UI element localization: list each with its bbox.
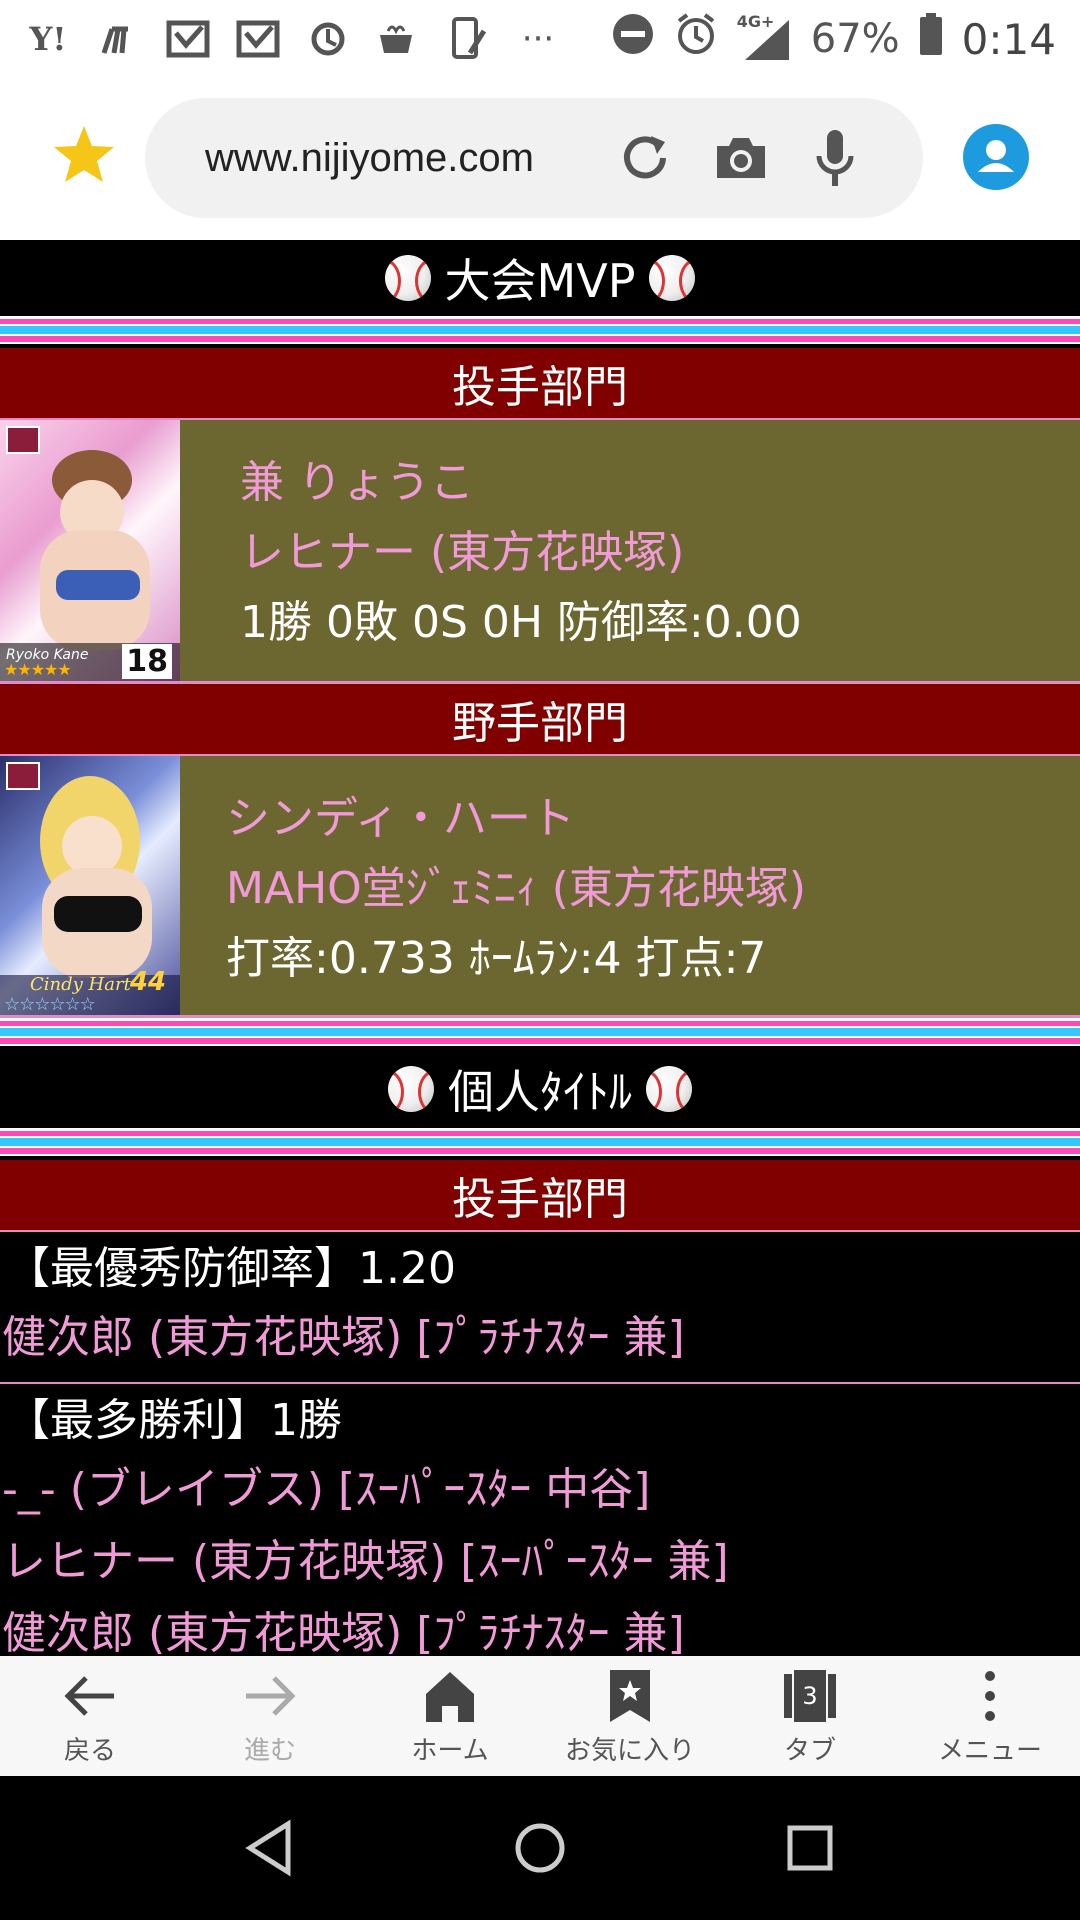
player-team[interactable]: レヒナー (東方花映塚): [240, 518, 1080, 588]
address-bar[interactable]: www.nijiyome.com: [145, 98, 923, 218]
back-label: 戻る: [63, 1736, 116, 1766]
forward-label: 進む: [243, 1736, 296, 1766]
bookmarks-button[interactable]: お気に入り: [540, 1656, 720, 1776]
cafe-icon: [374, 19, 422, 59]
status-bar: Y! ··· 4G+ 67% 0:14: [0, 0, 1080, 78]
player-team[interactable]: MAHO堂ｼﾞｪﾐﾆｨ (東方花映塚): [226, 854, 1080, 924]
bookmark-icon: [600, 1668, 660, 1724]
divider-stripe: [0, 1018, 1080, 1050]
home-button[interactable]: ホーム: [360, 1656, 540, 1776]
baseball-icon: [384, 255, 431, 301]
divider-stripe: [0, 316, 1080, 348]
nav-home-icon[interactable]: [508, 1816, 572, 1880]
system-icons: 4G+ 67% 0:14: [611, 11, 1056, 67]
mvp-fielder-category: 野手部門: [0, 684, 1080, 756]
page-content: 大会MVP 投手部門 Ryoko Kane ★★★★★ 18 兼 りょうこ レヒ…: [0, 240, 1080, 1656]
player-name[interactable]: シンディ・ハート: [226, 784, 1080, 854]
alarm-icon: [673, 11, 719, 67]
star-icon[interactable]: [52, 122, 116, 186]
mvp-section-title: 大会MVP: [0, 240, 1080, 316]
player-info: シンディ・ハート MAHO堂ｼﾞｪﾐﾆｨ (東方花映塚) 打率:0.733 ﾎｰ…: [180, 756, 1080, 1015]
player-stats: 1勝 0敗 0S 0H 防御率:0.00: [240, 597, 802, 648]
tabs-label: タブ: [783, 1736, 836, 1766]
titles-title-text: 個人ﾀｲﾄﾙ: [448, 1065, 632, 1119]
title-player[interactable]: 健次郎 (東方花映塚) [ﾌﾟﾗﾁﾅｽﾀｰ 兼]: [0, 1302, 1080, 1374]
browser-toolbar: www.nijiyome.com: [0, 78, 1080, 240]
back-button[interactable]: 戻る: [0, 1656, 180, 1776]
reload-icon[interactable]: [615, 128, 675, 188]
home-label: ホーム: [411, 1736, 489, 1766]
title-player[interactable]: レヒナー (東方花映塚) [ｽｰﾊﾟｰｽﾀｰ 兼]: [0, 1526, 1080, 1598]
mail-check-icon: [234, 19, 282, 59]
card-caption: Cindy Hart: [30, 974, 131, 995]
browser-bottom-bar: 戻る 進む ホーム お気に入り 3 タブ メニュー: [0, 1656, 1080, 1776]
mail-check-icon: [164, 19, 212, 59]
titles-pitcher-category: 投手部門: [0, 1160, 1080, 1232]
dnd-icon: [611, 12, 655, 66]
network-type: 4G+: [736, 12, 775, 31]
player-info: 兼 りょうこ レヒナー (東方花映塚) 1勝 0敗 0S 0H 防御率:0.00: [180, 420, 1080, 681]
notification-icons: Y! ···: [24, 17, 562, 59]
title-heading: 【最多勝利】1勝: [6, 1395, 342, 1446]
menu-button[interactable]: メニュー: [900, 1656, 1080, 1776]
tabs-icon: 3: [780, 1668, 840, 1724]
microphone-icon[interactable]: [805, 128, 865, 188]
player-card-image[interactable]: Cindy Hart 44 ☆☆☆☆☆☆: [0, 756, 180, 1015]
title-entry: 【最多勝利】1勝 -_- (ブレイブス) [ｽｰﾊﾟｰｽﾀｰ 中谷] レヒナー …: [0, 1384, 1080, 1656]
menu-label: メニュー: [937, 1736, 1042, 1766]
system-nav-bar: [0, 1776, 1080, 1920]
camera-icon[interactable]: [711, 128, 771, 188]
forward-arrow-icon: [240, 1668, 300, 1724]
card-badge: [6, 762, 40, 790]
baseball-icon: [646, 1066, 692, 1112]
card-number: 44: [129, 967, 166, 997]
url-text[interactable]: www.nijiyome.com: [205, 136, 534, 181]
titles-section-title: 個人ﾀｲﾄﾙ: [0, 1050, 1080, 1128]
card-number: 18: [122, 644, 172, 679]
forward-button[interactable]: 進む: [180, 1656, 360, 1776]
baseball-icon: [649, 255, 696, 301]
battery-icon: [918, 11, 944, 67]
card-badge: [6, 426, 40, 454]
player-stats: 打率:0.733 ﾎｰﾑﾗﾝ:4 打点:7: [226, 933, 767, 984]
card-outfit-shape: [54, 896, 142, 932]
back-arrow-icon: [60, 1668, 120, 1724]
signal-icon: 4G+: [737, 12, 793, 62]
mvp-pitcher-card: Ryoko Kane ★★★★★ 18 兼 りょうこ レヒナー (東方花映塚) …: [0, 420, 1080, 684]
battery-percent: 67%: [810, 16, 900, 62]
profile-icon[interactable]: [963, 124, 1029, 190]
baseball-icon: [388, 1066, 434, 1112]
nav-back-icon[interactable]: [238, 1816, 302, 1880]
phone-edit-icon: [444, 17, 492, 59]
title-heading: 【最優秀防御率】1.20: [6, 1243, 456, 1294]
bookmarks-label: お気に入り: [564, 1736, 695, 1766]
mvp-fielder-card: Cindy Hart 44 ☆☆☆☆☆☆ シンディ・ハート MAHO堂ｼﾞｪﾐﾆ…: [0, 756, 1080, 1018]
mvp-title-text: 大会MVP: [444, 254, 636, 308]
tabs-button[interactable]: 3 タブ: [720, 1656, 900, 1776]
card-stars: ☆☆☆☆☆☆: [4, 994, 96, 1015]
mvp-pitcher-category: 投手部門: [0, 348, 1080, 420]
player-name[interactable]: 兼 りょうこ: [240, 448, 1080, 518]
kebab-menu-icon: [960, 1668, 1020, 1724]
title-player[interactable]: -_- (ブレイブス) [ｽｰﾊﾟｰｽﾀｰ 中谷]: [0, 1454, 1080, 1526]
home-icon: [420, 1668, 480, 1724]
clock: 0:14: [961, 14, 1056, 64]
card-stars: ★★★★★: [4, 660, 72, 679]
player-card-image[interactable]: Ryoko Kane ★★★★★ 18: [0, 420, 180, 681]
sync-icon: [304, 19, 352, 59]
card-face-shape: [62, 816, 122, 876]
title-entry: 【最優秀防御率】1.20 健次郎 (東方花映塚) [ﾌﾟﾗﾁﾅｽﾀｰ 兼]: [0, 1232, 1080, 1384]
divider-stripe: [0, 1128, 1080, 1160]
yahoo-icon: Y!: [29, 20, 67, 58]
card-outfit-shape: [56, 570, 140, 600]
title-player[interactable]: 健次郎 (東方花映塚) [ﾌﾟﾗﾁﾅｽﾀｰ 兼]: [0, 1598, 1080, 1656]
tab-count: 3: [802, 1682, 818, 1710]
more-icon: ···: [521, 19, 555, 59]
fork-icon: [94, 19, 142, 59]
nav-recents-icon[interactable]: [778, 1816, 842, 1880]
